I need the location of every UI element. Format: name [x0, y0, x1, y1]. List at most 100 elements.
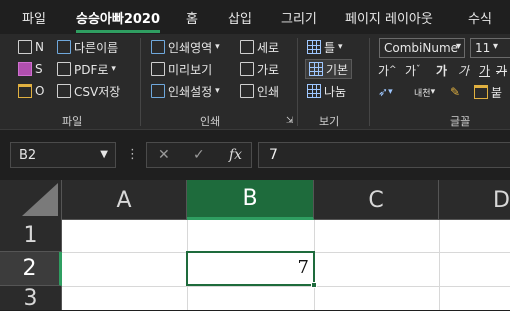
print-label: 인쇄: [257, 84, 280, 99]
landscape-button[interactable]: 가로: [240, 59, 279, 79]
save-as-label: 다른이름: [74, 40, 119, 55]
chevron-down-icon: ▾: [492, 41, 498, 52]
tab-file[interactable]: 파일: [22, 8, 46, 27]
formula-input[interactable]: 7: [258, 142, 510, 168]
print-area-label: 인쇄영역: [168, 40, 213, 55]
preview-label: 미리보기: [168, 62, 213, 77]
merge-icon: [474, 85, 488, 99]
row-header-2[interactable]: 2: [0, 252, 62, 286]
cell-value: 7: [297, 257, 309, 278]
select-all-triangle-icon: [22, 183, 58, 216]
tab-page-layout[interactable]: 페이지 레이아웃: [345, 8, 433, 27]
new-label: N: [35, 40, 44, 54]
freeze-panes-button[interactable]: 틀 ▾: [307, 37, 343, 57]
text-effect-button[interactable]: ➶ ▾: [378, 82, 393, 102]
normal-view-icon: [309, 62, 323, 76]
print-area-icon: [151, 40, 165, 54]
ribbon-tabs: 파일 승승아빠2020 홈 삽입 그리기 페이지 레이아웃 수식: [0, 0, 510, 34]
grow-font-button[interactable]: 가 ^: [378, 60, 397, 80]
name-box[interactable]: B2 ▼: [10, 142, 116, 168]
strikethrough-button[interactable]: 가: [496, 60, 507, 80]
open-folder-icon: [18, 84, 32, 98]
phonetic-button[interactable]: 내천 ▾: [414, 82, 435, 102]
save-as-button[interactable]: 다른이름: [57, 37, 118, 57]
enter-icon[interactable]: ✓: [193, 147, 205, 163]
chevron-down-icon: ▾: [111, 64, 116, 74]
save-as-icon: [57, 40, 71, 54]
active-cell-b2[interactable]: 7: [186, 251, 317, 288]
column-header-c[interactable]: C: [314, 180, 439, 220]
print-area-button[interactable]: 인쇄영역 ▾: [151, 37, 220, 57]
paintbrush-icon: ✎: [450, 85, 461, 99]
shrink-font-button[interactable]: 가ˇ: [405, 60, 421, 80]
group-label-font: 글꼴: [450, 115, 471, 128]
gridline: [439, 220, 440, 310]
print-preview-button[interactable]: 미리보기: [151, 59, 212, 79]
fill-handle[interactable]: [311, 282, 317, 288]
save-button[interactable]: S: [18, 59, 43, 79]
chevron-down-icon: ▾: [388, 87, 393, 97]
tab-draw[interactable]: 그리기: [281, 8, 317, 27]
font-size-select[interactable]: 11 ▾: [470, 38, 510, 58]
column-header-a[interactable]: A: [62, 180, 187, 220]
normal-label: 기본: [326, 62, 349, 77]
pdf-button[interactable]: PDF로 ▾: [57, 59, 116, 79]
open-label: O: [35, 84, 45, 98]
italic-glyph: 가: [458, 63, 470, 78]
format-painter-button[interactable]: ✎: [450, 82, 460, 102]
group-label-view: 보기: [319, 115, 340, 128]
portrait-icon: [240, 40, 254, 54]
pdf-icon: [57, 62, 71, 76]
csv-button[interactable]: CSV저장: [57, 81, 120, 101]
more-options-icon[interactable]: ⋮: [126, 147, 139, 162]
portrait-button[interactable]: 세로: [240, 37, 279, 57]
row-header-3[interactable]: 3: [0, 286, 62, 311]
insert-function-icon[interactable]: fx: [229, 147, 242, 163]
printer-icon: [240, 84, 254, 98]
bold-button[interactable]: 가: [436, 60, 447, 80]
gridline: [62, 286, 510, 287]
tab-insert[interactable]: 삽입: [228, 8, 252, 27]
group-label-print: 인쇄: [200, 115, 221, 128]
italic-button[interactable]: 가: [458, 60, 469, 80]
split-label: 나눔: [324, 84, 347, 99]
tab-custom[interactable]: 승승아빠2020: [76, 8, 161, 33]
chevron-down-icon: ▾: [215, 42, 220, 52]
print-settings-button[interactable]: 인쇄설정 ▾: [151, 81, 220, 101]
chevron-down-icon: ▼: [100, 149, 108, 160]
cancel-icon[interactable]: ✕: [158, 147, 170, 163]
new-button[interactable]: N: [18, 37, 44, 57]
column-header-b[interactable]: B: [187, 180, 314, 220]
split-icon: [307, 84, 321, 98]
merge-button[interactable]: 붙: [474, 82, 502, 102]
bold-glyph: 가: [436, 63, 448, 78]
tab-formulas[interactable]: 수식: [468, 8, 492, 27]
normal-view-button[interactable]: 기본: [305, 59, 353, 79]
new-document-icon: [18, 40, 32, 54]
underline-button[interactable]: 가: [479, 60, 490, 80]
dialog-launcher-icon[interactable]: ⇲: [286, 116, 294, 126]
freeze-label: 틀: [324, 40, 336, 55]
group-label-file: 파일: [62, 115, 83, 128]
magic-wand-icon: ➶: [378, 85, 389, 99]
print-button[interactable]: 인쇄: [240, 81, 279, 101]
tab-home[interactable]: 홈: [186, 8, 198, 27]
csv-icon: [57, 84, 71, 98]
portrait-label: 세로: [257, 40, 280, 55]
open-button[interactable]: O: [18, 81, 44, 101]
landscape-icon: [240, 62, 254, 76]
formula-buttons: ✕ ✓ fx: [146, 142, 252, 168]
merge-label: 붙: [491, 85, 503, 100]
csv-label: CSV저장: [74, 84, 121, 99]
split-button[interactable]: 나눔: [307, 81, 346, 101]
font-name-select[interactable]: CombiNume ▾: [379, 38, 465, 58]
column-header-d[interactable]: D: [439, 180, 510, 220]
print-settings-icon: [151, 84, 165, 98]
row-header-1[interactable]: 1: [0, 220, 62, 252]
freeze-panes-icon: [307, 40, 321, 54]
chevron-down-icon: ▾: [338, 42, 343, 52]
shrink-font-arrow: ˇ: [416, 65, 421, 75]
name-box-value: B2: [19, 147, 37, 163]
save-label: S: [35, 62, 43, 76]
group-divider: [140, 38, 141, 126]
